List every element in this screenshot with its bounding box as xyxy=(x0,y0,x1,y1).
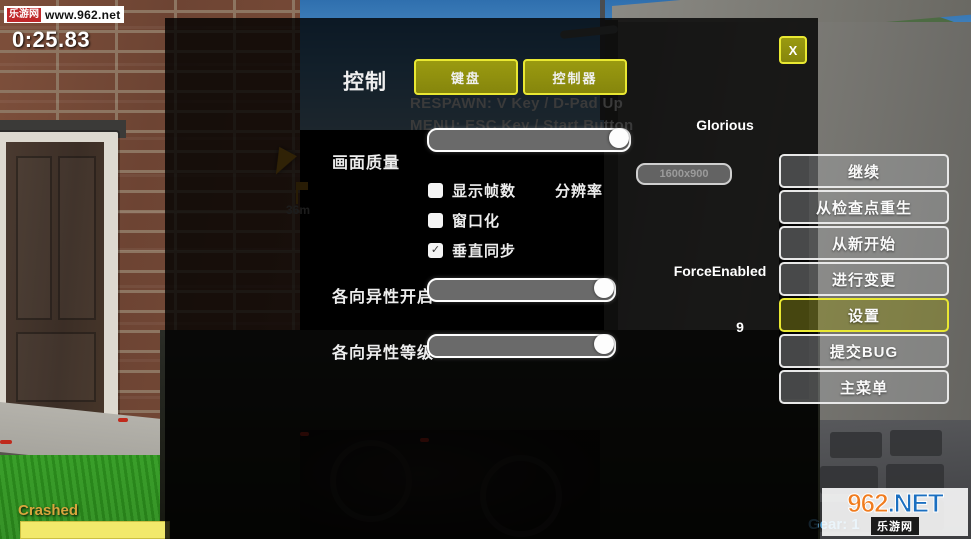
menu-item-tuning[interactable]: 进行变更 xyxy=(779,262,949,296)
hud-timer: 0:25.83 xyxy=(12,27,91,52)
checkbox-show-fps[interactable]: 显示帧数 xyxy=(428,180,516,201)
watermark-logo-tld: .NET xyxy=(887,487,944,518)
checkbox-box-icon[interactable] xyxy=(428,183,443,198)
menu-item-checkpoint[interactable]: 从检查点重生 xyxy=(779,190,949,224)
menu-item-settings[interactable]: 设置 xyxy=(779,298,949,332)
pavement-tile xyxy=(830,432,882,458)
settings-dialog: 控制 键盘 控制器 X Glorious 画面质量 显示帧数 窗口化 ✓ 垂直同… xyxy=(165,18,818,539)
resolution-label: 分辨率 xyxy=(555,183,604,200)
graphics-quality-label: 画面质量 xyxy=(332,155,401,172)
dialog-title: 控制 xyxy=(343,71,387,94)
graphics-quality-slider[interactable] xyxy=(427,128,631,152)
hud-progress-bar xyxy=(20,521,170,539)
checkbox-label: 显示帧数 xyxy=(452,183,517,200)
game-screen: Flatout 0:00.00 0:25.83 Crashed Gear: 1 … xyxy=(0,0,971,539)
anisotropic-level-slider[interactable] xyxy=(427,334,616,358)
slider-thumb[interactable] xyxy=(594,278,614,298)
anisotropic-filtering-label: 各向异性开启 xyxy=(332,289,435,306)
watermark-badge: 乐游网 xyxy=(7,7,41,22)
menu-item-resume[interactable]: 继续 xyxy=(779,154,949,188)
anisotropic-level-label: 各向异性等级 xyxy=(332,345,435,362)
checkbox-label: 垂直同步 xyxy=(452,243,517,260)
watermark-logo: 962.NET 乐游网 xyxy=(822,488,968,536)
debris xyxy=(118,418,128,422)
watermark-logo-cn: 乐游网 xyxy=(871,516,919,535)
close-icon[interactable]: X xyxy=(779,36,807,64)
checkbox-windowed[interactable]: 窗口化 xyxy=(428,210,500,231)
menu-item-main-menu[interactable]: 主菜单 xyxy=(779,370,949,404)
tab-keyboard[interactable]: 键盘 xyxy=(414,59,518,95)
checkbox-box-icon[interactable] xyxy=(428,213,443,228)
watermark-logo-number: 962 xyxy=(847,487,889,518)
checkbox-vsync[interactable]: ✓ 垂直同步 xyxy=(428,240,516,261)
watermark-logo-text: 962.NET xyxy=(847,487,945,518)
watermark-top: 乐游网 www.962.net xyxy=(4,6,124,23)
tab-controller[interactable]: 控制器 xyxy=(523,59,627,95)
checkbox-label: 窗口化 xyxy=(452,213,501,230)
door-panel xyxy=(58,156,96,320)
anisotropic-level-value: 9 xyxy=(736,319,744,335)
menu-item-report-bug[interactable]: 提交BUG xyxy=(779,334,949,368)
checkbox-box-icon[interactable]: ✓ xyxy=(428,243,443,258)
door-panel xyxy=(16,332,96,402)
anisotropic-filtering-slider[interactable] xyxy=(427,278,616,302)
anisotropic-filtering-value: ForceEnabled xyxy=(673,263,767,279)
debris xyxy=(0,440,12,444)
wooden-door xyxy=(6,142,104,459)
door-panel xyxy=(16,156,52,320)
slider-thumb[interactable] xyxy=(594,334,614,354)
pavement-tile xyxy=(890,430,942,456)
resolution-select[interactable]: 1600x900 xyxy=(636,163,732,185)
pause-menu: 继续 从检查点重生 从新开始 进行变更 设置 提交BUG 主菜单 xyxy=(779,154,949,406)
watermark-url: www.962.net xyxy=(45,7,121,22)
menu-item-restart[interactable]: 从新开始 xyxy=(779,226,949,260)
slider-thumb[interactable] xyxy=(609,128,629,148)
graphics-quality-value: Glorious xyxy=(696,117,754,133)
hud-crashed-label: Crashed xyxy=(18,502,79,519)
